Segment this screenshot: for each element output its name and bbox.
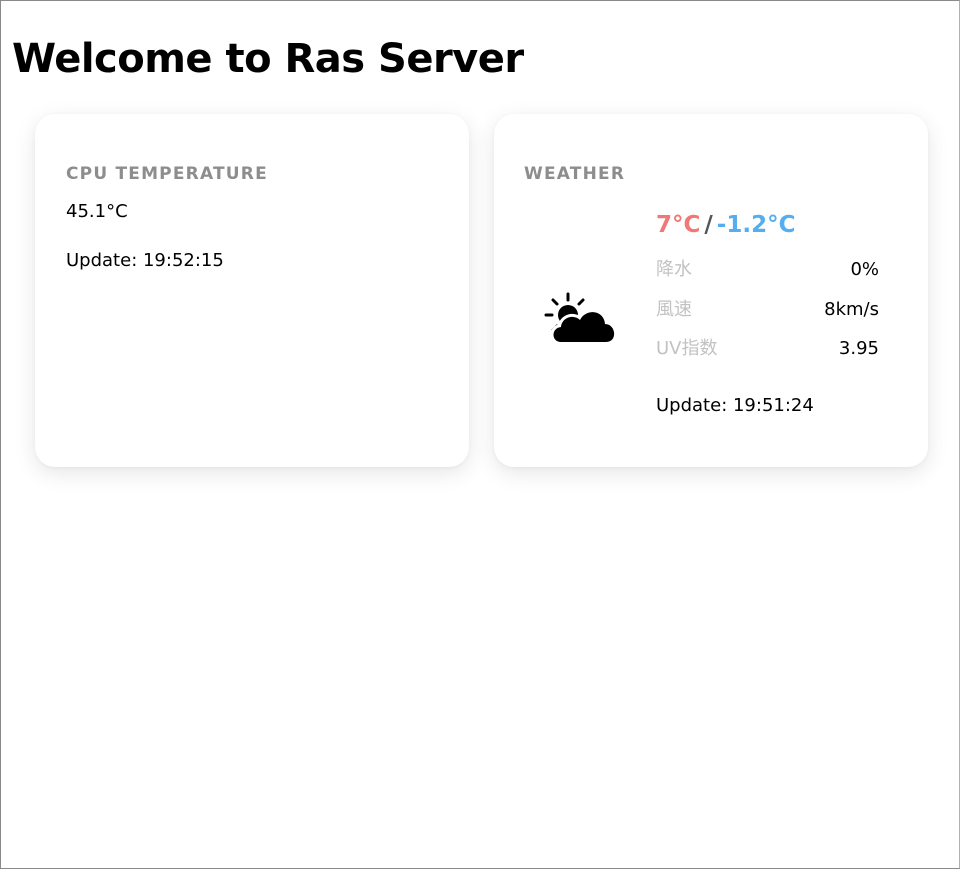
cpu-temperature-value: 45.1°C bbox=[66, 201, 128, 222]
weather-card: WEATHER 7°C/-1.2°C 降水 0% 風速 8km/s UV指数 bbox=[494, 114, 928, 467]
stat-row-precipitation: 降水 0% bbox=[656, 258, 879, 298]
cpu-update-time: Update: 19:52:15 bbox=[66, 250, 224, 271]
temperature-range: 7°C / -1.2°C bbox=[656, 210, 795, 240]
temperature-high: 7°C bbox=[656, 212, 701, 238]
stat-value: 0% bbox=[850, 259, 879, 280]
weather-update-time: Update: 19:51:24 bbox=[656, 395, 814, 416]
stat-row-uv-index: UV指数 3.95 bbox=[656, 337, 879, 377]
stat-row-wind-speed: 風速 8km/s bbox=[656, 298, 879, 338]
stat-label: UV指数 bbox=[656, 338, 718, 359]
temperature-separator: / bbox=[704, 212, 713, 238]
page-title: Welcome to Ras Server bbox=[12, 36, 524, 82]
stat-value: 8km/s bbox=[824, 298, 879, 320]
cpu-card-title: CPU TEMPERATURE bbox=[66, 164, 268, 184]
stat-value: 3.95 bbox=[838, 338, 879, 359]
stat-label: 風速 bbox=[656, 298, 692, 320]
temperature-low: -1.2°C bbox=[716, 212, 796, 238]
weather-stats: 降水 0% 風速 8km/s UV指数 3.95 bbox=[656, 258, 879, 377]
stat-label: 降水 bbox=[656, 259, 692, 280]
cpu-temperature-card: CPU TEMPERATURE 45.1°C Update: 19:52:15 bbox=[35, 114, 469, 467]
weather-card-title: WEATHER bbox=[524, 164, 626, 184]
partly-cloudy-icon bbox=[544, 292, 618, 345]
